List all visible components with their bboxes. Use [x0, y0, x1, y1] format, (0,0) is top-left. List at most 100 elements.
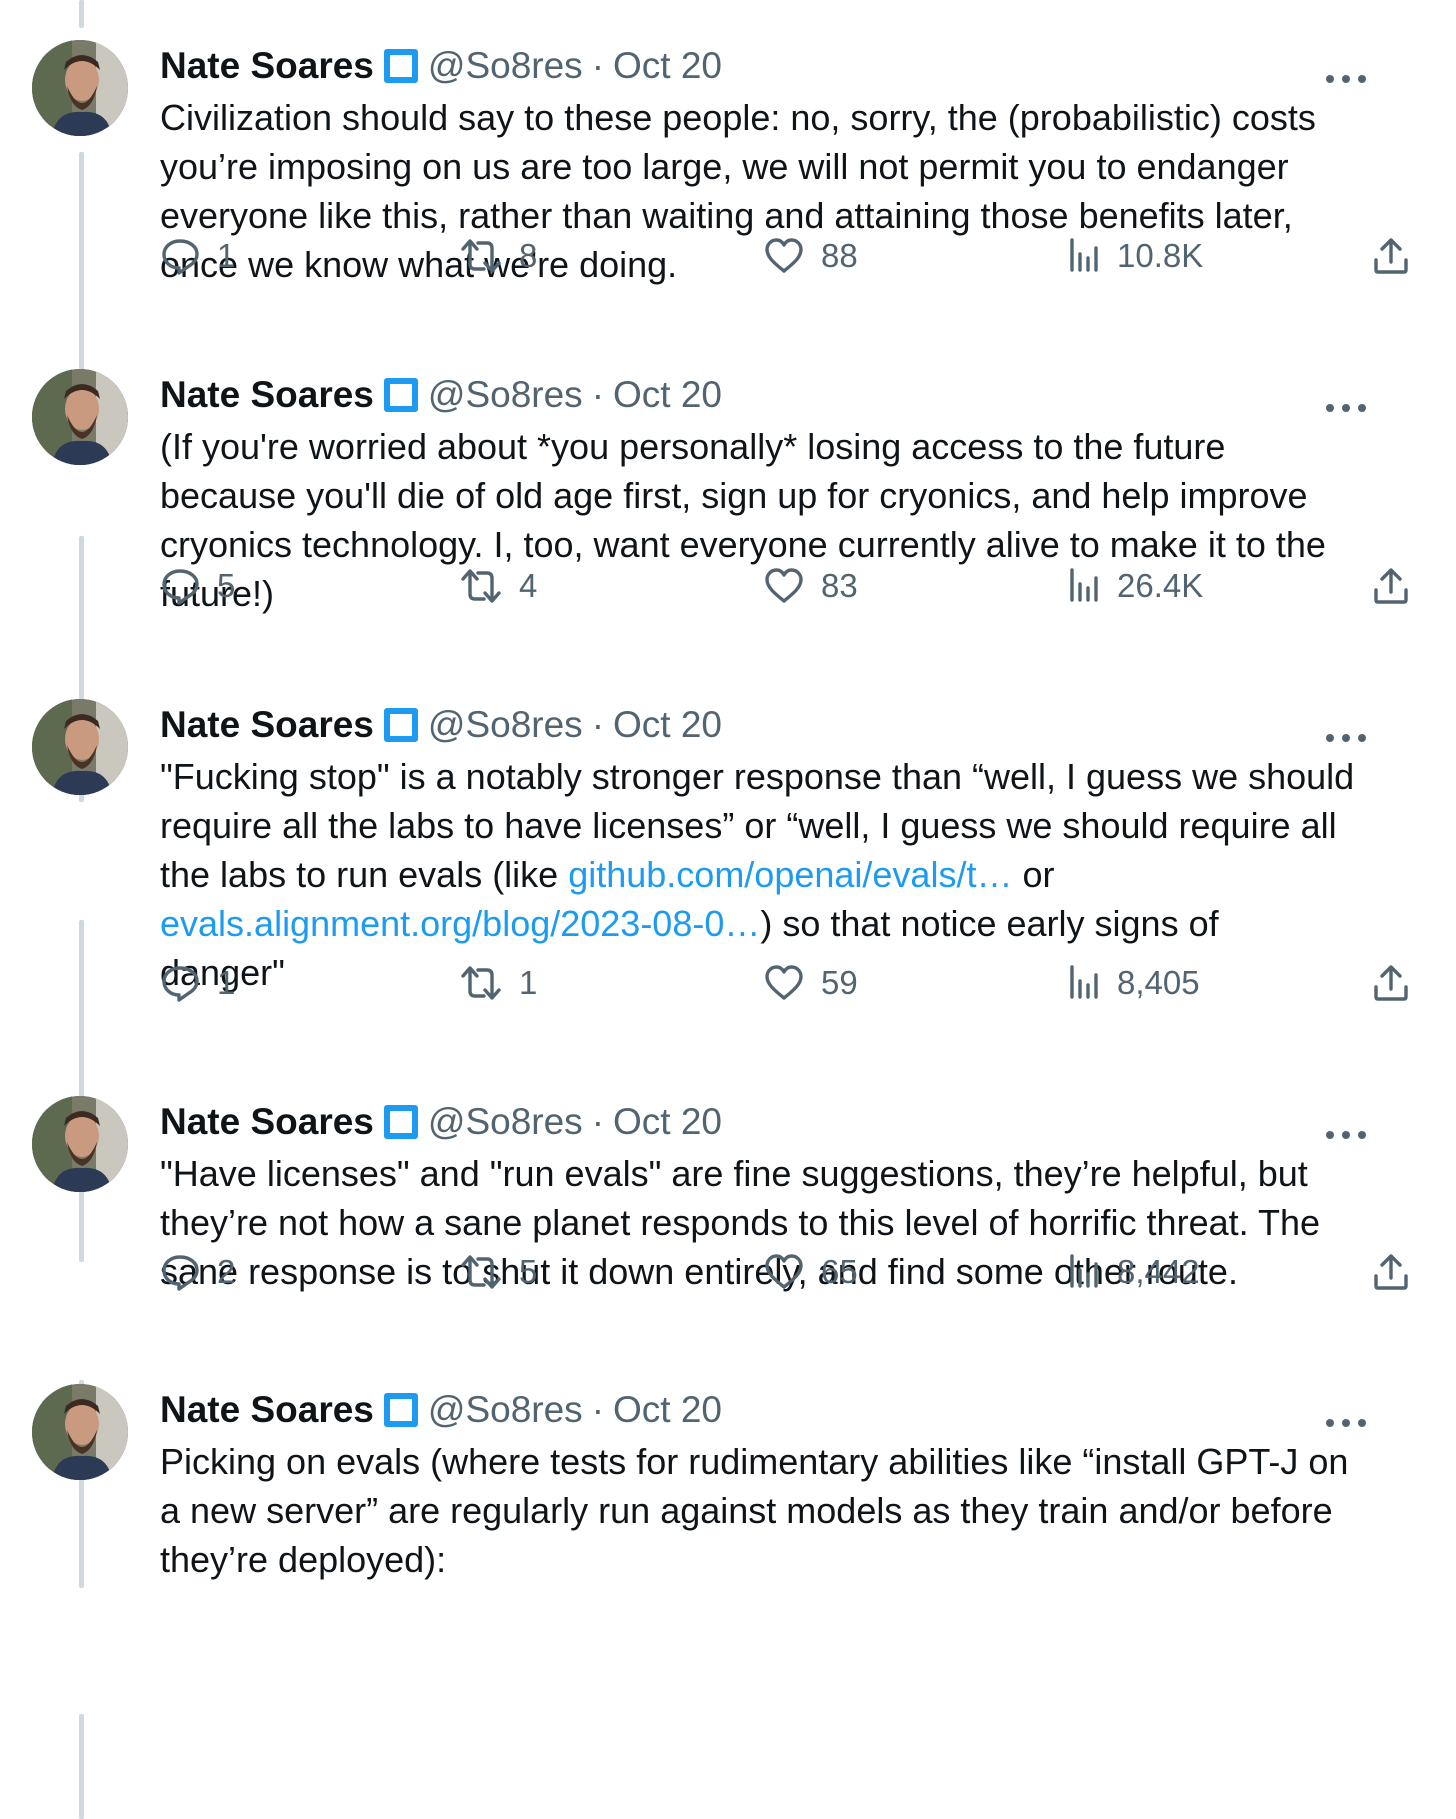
- retweet-button[interactable]: 1: [460, 960, 537, 1006]
- tweet-date[interactable]: Oct 20: [613, 1101, 722, 1143]
- reply-button[interactable]: 2: [160, 1249, 235, 1295]
- tweet-date[interactable]: Oct 20: [613, 1389, 722, 1431]
- like-button[interactable]: 88: [764, 233, 858, 279]
- more-icon[interactable]: [1322, 385, 1370, 412]
- tweet-text-line: Civilization should say to these people:…: [160, 93, 1410, 142]
- share-button[interactable]: [1372, 563, 1410, 609]
- reply-icon: [160, 236, 200, 276]
- like-count: 65: [821, 1253, 858, 1290]
- tweet-link[interactable]: github.com/openai/evals/t…: [568, 854, 1012, 895]
- reply-count: 1: [217, 964, 236, 1001]
- tweet-date[interactable]: Oct 20: [613, 45, 722, 87]
- tweet-date[interactable]: Oct 20: [613, 704, 722, 746]
- author-name[interactable]: Nate Soares: [160, 1389, 374, 1431]
- more-icon[interactable]: [1322, 715, 1370, 742]
- avatar[interactable]: [32, 40, 128, 136]
- tweet-header: Nate Soares @So8res · Oct 20: [160, 1096, 1410, 1148]
- tweet-header: Nate Soares @So8res · Oct 20: [160, 369, 1410, 421]
- header-separator: ·: [591, 374, 605, 415]
- tweet-text-segment: because you'll die of old age first, sig…: [160, 475, 1308, 516]
- avatar[interactable]: [32, 699, 128, 795]
- tweet-text-segment: you’re imposing on us are too large, we …: [160, 146, 1289, 187]
- header-separator: ·: [591, 1101, 605, 1142]
- tweet-link[interactable]: evals.alignment.org/blog/2023-08-0…: [160, 903, 760, 944]
- reply-icon: [160, 963, 200, 1003]
- avatar[interactable]: [32, 1096, 128, 1192]
- author-name[interactable]: Nate Soares: [160, 45, 374, 87]
- more-icon[interactable]: [1322, 1112, 1370, 1139]
- share-button[interactable]: [1372, 1249, 1410, 1295]
- views-count: 26.4K: [1117, 567, 1204, 604]
- retweet-icon: [460, 236, 502, 276]
- tweet-text-segment: a new server” are regularly run against …: [160, 1490, 1333, 1531]
- tweet-text-segment: cryonics technology. I, too, want everyo…: [160, 524, 1326, 565]
- tweet-text-line: cryonics technology. I, too, want everyo…: [160, 520, 1410, 569]
- tweet-actions: 1 8 88 10.8K: [160, 233, 1420, 279]
- reply-icon: [160, 566, 200, 606]
- share-icon: [1372, 1252, 1410, 1292]
- tweet-text-segment: "Have licenses" and "run evals" are fine…: [160, 1153, 1308, 1194]
- tweet-text-line: Picking on evals (where tests for rudime…: [160, 1437, 1410, 1486]
- retweet-button[interactable]: 5: [460, 1249, 537, 1295]
- views-icon: [1068, 963, 1100, 1003]
- verified-badge-icon[interactable]: [383, 708, 418, 742]
- verified-badge-icon[interactable]: [383, 378, 418, 412]
- author-handle[interactable]: @So8res: [428, 704, 583, 746]
- avatar[interactable]: [32, 1384, 128, 1480]
- tweet-text-segment: ) so that notice early signs of: [760, 903, 1219, 944]
- header-separator: ·: [591, 1389, 605, 1430]
- retweet-button[interactable]: 8: [460, 233, 537, 279]
- tweet-text-segment: Civilization should say to these people:…: [160, 97, 1316, 138]
- verified-badge-icon[interactable]: [383, 1105, 418, 1139]
- avatar[interactable]: [32, 369, 128, 465]
- views-button[interactable]: 26.4K: [1068, 563, 1203, 609]
- retweet-count: 5: [519, 1253, 538, 1290]
- retweet-icon: [460, 1252, 502, 1292]
- author-name[interactable]: Nate Soares: [160, 704, 374, 746]
- tweet-text-line: require all the labs to have licenses” o…: [160, 801, 1410, 850]
- reply-button[interactable]: 1: [160, 233, 235, 279]
- author-handle[interactable]: @So8res: [428, 45, 583, 87]
- like-count: 88: [821, 237, 858, 274]
- header-separator: ·: [591, 704, 605, 745]
- views-button[interactable]: 8,442: [1068, 1249, 1200, 1295]
- author-handle[interactable]: @So8res: [428, 1101, 583, 1143]
- views-button[interactable]: 8,405: [1068, 960, 1200, 1006]
- tweet-content: Nate Soares @So8res · Oct 20 "Fucking st…: [160, 699, 1410, 1002]
- tweet-date[interactable]: Oct 20: [613, 374, 722, 416]
- views-count: 10.8K: [1117, 237, 1204, 274]
- retweet-button[interactable]: 4: [460, 563, 537, 609]
- reply-count: 1: [217, 237, 236, 274]
- thread-line: [79, 0, 84, 28]
- tweet-text: Picking on evals (where tests for rudime…: [160, 1437, 1410, 1584]
- views-icon: [1068, 236, 1100, 276]
- verified-badge-icon[interactable]: [383, 49, 418, 83]
- tweet-text-line: "Have licenses" and "run evals" are fine…: [160, 1149, 1410, 1198]
- retweet-icon: [460, 963, 502, 1003]
- retweet-icon: [460, 566, 502, 606]
- tweet-header: Nate Soares @So8res · Oct 20: [160, 699, 1410, 751]
- heart-icon: [764, 236, 804, 276]
- reply-button[interactable]: 5: [160, 563, 235, 609]
- author-name[interactable]: Nate Soares: [160, 1101, 374, 1143]
- retweet-count: 1: [519, 964, 538, 1001]
- more-icon[interactable]: [1322, 1400, 1370, 1427]
- author-handle[interactable]: @So8res: [428, 1389, 583, 1431]
- author-name[interactable]: Nate Soares: [160, 374, 374, 416]
- reply-button[interactable]: 1: [160, 960, 235, 1006]
- like-button[interactable]: 83: [764, 563, 858, 609]
- tweet-content: Nate Soares @So8res · Oct 20 Picking on …: [160, 1384, 1410, 1584]
- views-button[interactable]: 10.8K: [1068, 233, 1203, 279]
- share-button[interactable]: [1372, 960, 1410, 1006]
- more-icon[interactable]: [1322, 56, 1370, 83]
- verified-badge-icon[interactable]: [383, 1393, 418, 1427]
- tweet-thread: Nate Soares @So8res · Oct 20 Civilizatio…: [0, 0, 1456, 1819]
- like-count: 59: [821, 964, 858, 1001]
- like-button[interactable]: 59: [764, 960, 858, 1006]
- tweet-text-line: evals.alignment.org/blog/2023-08-0…) so …: [160, 899, 1410, 948]
- like-button[interactable]: 65: [764, 1249, 858, 1295]
- author-handle[interactable]: @So8res: [428, 374, 583, 416]
- share-button[interactable]: [1372, 233, 1410, 279]
- tweet-text-segment: require all the labs to have licenses” o…: [160, 805, 1337, 846]
- heart-icon: [764, 1252, 804, 1292]
